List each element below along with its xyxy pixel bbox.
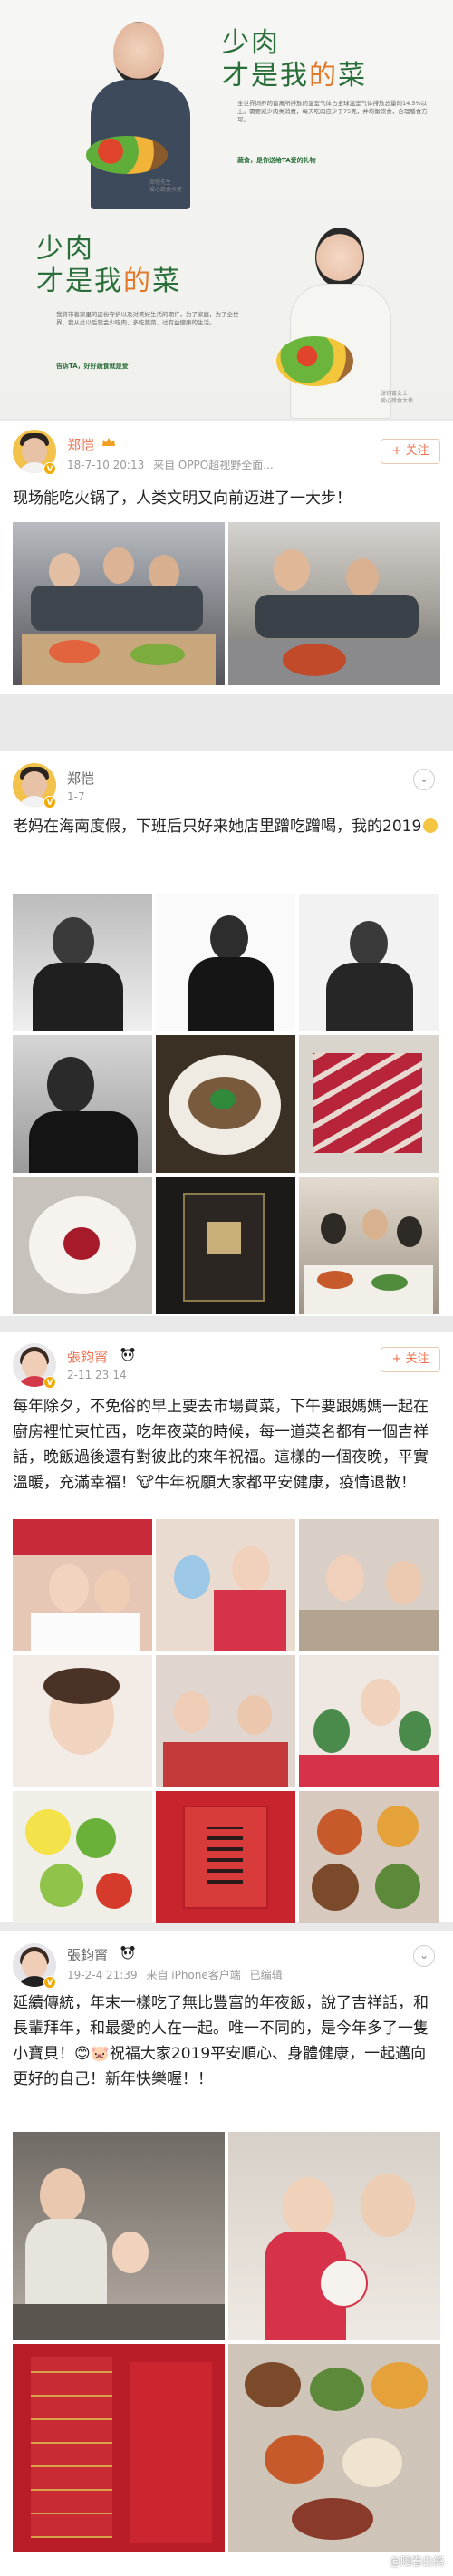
photo[interactable] bbox=[299, 1519, 439, 1651]
username[interactable]: 張鈞甯 bbox=[67, 1347, 108, 1366]
ad-panel-bottom: 少肉 才是我的菜 我将带着家里的这份守护以及对美好生活的期许，为了家庭，为了全世… bbox=[0, 209, 453, 419]
post-meta: 18-7-10 20:13 来自 OPPO超视野全面... bbox=[67, 457, 274, 472]
ad-body-text: 全世界饲养的畜禽所排放的温室气体占全球温室气体排放总量的14.5%以上。需要减少… bbox=[237, 100, 428, 123]
photo[interactable] bbox=[156, 1791, 295, 1923]
photo[interactable] bbox=[156, 1035, 295, 1173]
ad-panel-top: 少肉 才是我的菜 全世界饲养的畜禽所排放的温室气体占全球温室气体排放总量的14.… bbox=[0, 0, 453, 209]
verified-badge-icon: V bbox=[43, 462, 56, 475]
username[interactable]: 張鈞甯 bbox=[67, 1945, 108, 1964]
photo[interactable] bbox=[13, 2344, 225, 2552]
photo[interactable] bbox=[299, 1177, 439, 1314]
photo[interactable] bbox=[299, 894, 439, 1031]
photo[interactable] bbox=[13, 1519, 152, 1651]
ad-slogan: 蔬食，是你送给TA爱的礼物 bbox=[237, 157, 316, 164]
verified-badge-icon: V bbox=[43, 796, 56, 809]
ad-body-text-2: 我将带着家里的这份守护以及对美好生活的期许，为了家庭，为了全世界，我从此以后就会… bbox=[56, 311, 239, 326]
post-text: 每年除夕，不免俗的早上要去市場買菜，下午要跟媽媽一起在廚房裡忙東忙西，吃年夜菜的… bbox=[13, 1398, 429, 1492]
ad-caption: 郑恺先生 爱心蔬食大使 bbox=[149, 179, 183, 193]
photo-grid bbox=[13, 522, 440, 685]
post-meta: 19-2-4 21:39 来自 iPhone客户端 已编辑 bbox=[67, 1967, 283, 1982]
smile-emoji-icon bbox=[423, 818, 439, 833]
verified-badge-icon: V bbox=[43, 1976, 56, 1989]
ad-banner: 少肉 才是我的菜 全世界饲养的畜禽所排放的温室气体占全球温室气体排放总量的14.… bbox=[0, 0, 453, 419]
verified-badge-icon: V bbox=[43, 1376, 56, 1389]
photo[interactable] bbox=[13, 2132, 225, 2340]
feed-post: V 張鈞甯 2-11 23:14 + 关注 每年除夕，不免俗的早上要去市場買菜，… bbox=[0, 1332, 453, 1923]
ad-person-woman bbox=[272, 218, 408, 419]
photo[interactable] bbox=[299, 1035, 439, 1173]
ad-headline: 少肉 才是我的菜 bbox=[222, 27, 367, 92]
photo-grid bbox=[13, 894, 439, 1314]
follow-button[interactable]: + 关注 bbox=[381, 439, 440, 464]
ad-caption-2: 张钧甯女士 爱心蔬食大使 bbox=[381, 391, 414, 404]
photo[interactable] bbox=[13, 1035, 152, 1173]
ad-slogan-2: 告诉TA，好好蔬食就是爱 bbox=[56, 363, 129, 370]
photo[interactable] bbox=[13, 1791, 152, 1923]
ad-vegetable-basket bbox=[86, 136, 168, 174]
panda-icon bbox=[120, 1946, 135, 1960]
post-time: 1-7 bbox=[67, 790, 85, 803]
photo[interactable] bbox=[228, 2132, 440, 2340]
photo[interactable] bbox=[228, 2344, 440, 2552]
photo[interactable] bbox=[13, 894, 152, 1031]
post-time: 2-11 23:14 bbox=[67, 1369, 127, 1381]
photo[interactable] bbox=[156, 894, 295, 1031]
post-text: 延續傳統，年末一樣吃了無比豐富的年夜飯，說了吉祥話，和長輩拜年，和最愛的人在一起… bbox=[13, 1994, 429, 2088]
post-time: 18-7-10 20:13 bbox=[67, 459, 145, 471]
chevron-down-icon[interactable]: ⌄ bbox=[413, 1945, 435, 1967]
photo[interactable] bbox=[299, 1791, 439, 1923]
post-text: 老妈在海南度假，下班后只好来她店里蹭吃蹭喝，我的2019 bbox=[13, 814, 440, 839]
post-time: 19-2-4 21:39 bbox=[67, 1969, 138, 1981]
username[interactable]: 郑恺 bbox=[67, 769, 94, 788]
post-source: 来自 iPhone客户端 bbox=[146, 1969, 241, 1981]
edited-status: 已编辑 bbox=[249, 1969, 283, 1981]
photo[interactable] bbox=[13, 1655, 152, 1787]
photo[interactable] bbox=[156, 1655, 295, 1787]
photo[interactable] bbox=[299, 1655, 439, 1787]
panda-icon bbox=[120, 1348, 135, 1361]
photo[interactable] bbox=[156, 1519, 295, 1651]
post-text-main: 老妈在海南度假，下班后只好来她店里蹭吃蹭喝，我的2019 bbox=[13, 818, 422, 836]
photo[interactable] bbox=[156, 1177, 295, 1314]
post-source: 来自 OPPO超视野全面... bbox=[153, 459, 274, 471]
photo[interactable] bbox=[13, 1177, 152, 1314]
follow-button[interactable]: + 关注 bbox=[381, 1347, 440, 1372]
photo[interactable] bbox=[13, 522, 225, 685]
crown-icon bbox=[102, 438, 115, 446]
post-text: 现场能吃火锅了，人类文明又向前迈进了一大步！ bbox=[13, 489, 352, 508]
photo-grid bbox=[13, 2132, 440, 2552]
feed-post: V 張鈞甯 19-2-4 21:39 来自 iPhone客户端 已编辑 ⌄ 延續… bbox=[0, 1931, 453, 2576]
chevron-down-icon[interactable]: ⌄ bbox=[413, 769, 435, 790]
username[interactable]: 郑恺 bbox=[67, 435, 94, 454]
ad-headline-2: 少肉 才是我的菜 bbox=[36, 233, 181, 297]
photo[interactable] bbox=[228, 522, 440, 685]
ad-vegetable-bouquet bbox=[276, 336, 353, 386]
photo-grid bbox=[13, 1519, 439, 1923]
feed-post: V 郑恺 18-7-10 20:13 来自 OPPO超视野全面... + 关注 … bbox=[0, 421, 453, 694]
watermark-text: @阳春白鸽 bbox=[389, 2555, 444, 2568]
feed-post: V 郑恺 1-7 ⌄ 老妈在海南度假，下班后只好来她店里蹭吃蹭喝，我的2019 bbox=[0, 751, 453, 1316]
